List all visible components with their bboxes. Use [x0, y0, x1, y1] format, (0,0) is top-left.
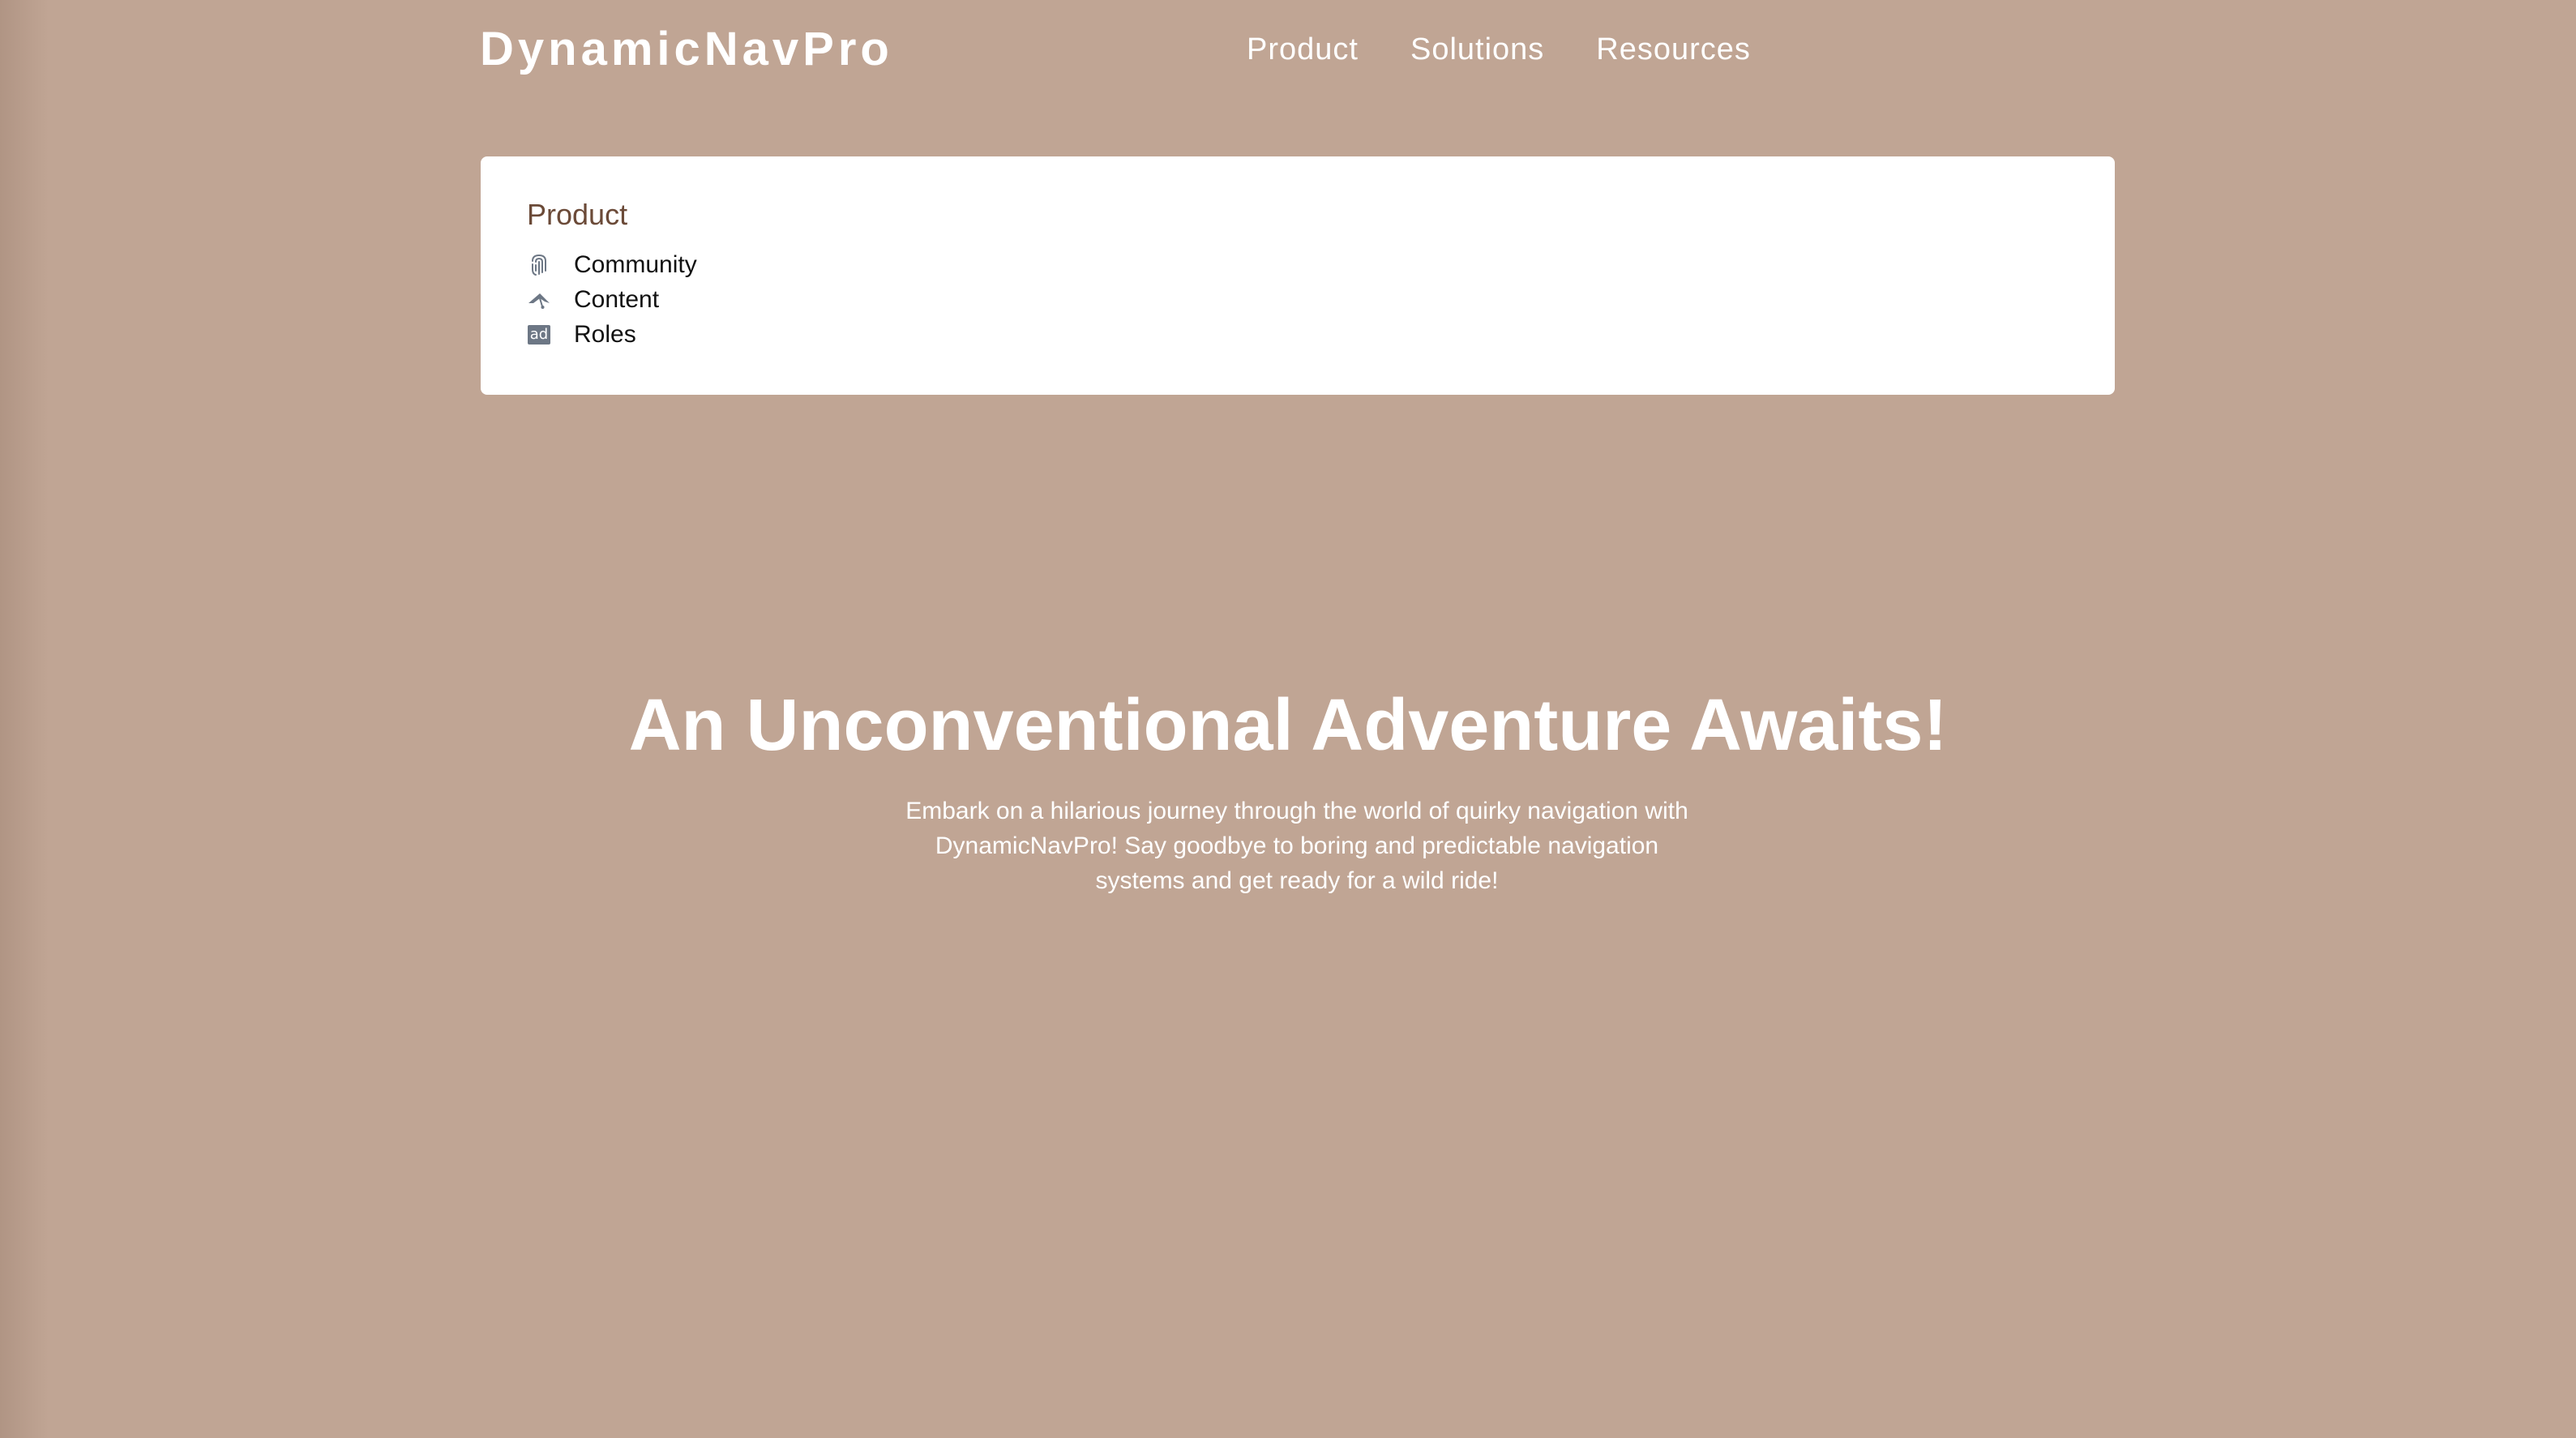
ad-icon: ad	[527, 323, 551, 347]
dropdown-heading: Product	[527, 198, 628, 231]
menu-item-roles[interactable]: ad Roles	[527, 317, 697, 352]
main-nav: Product Solutions Resources	[1247, 26, 1751, 73]
hero-title: An Unconventional Adventure Awaits!	[628, 685, 1948, 766]
nav-item-resources[interactable]: Resources	[1596, 26, 1751, 73]
top-header: DynamicNavPro Product Solutions Resource…	[480, 0, 2114, 105]
ad-icon-text: ad	[528, 324, 550, 345]
hero-subtitle: Embark on a hilarious journey through th…	[905, 798, 1688, 894]
nav-item-product[interactable]: Product	[1247, 26, 1359, 73]
menu-item-content[interactable]: Content	[527, 282, 697, 317]
dropdown-menu-list: Community Content ad Roles	[527, 247, 697, 352]
brand-logo[interactable]: DynamicNavPro	[480, 21, 893, 78]
hang-glider-icon	[527, 288, 551, 312]
menu-item-community[interactable]: Community	[527, 247, 697, 282]
menu-item-label: Content	[574, 286, 660, 313]
product-dropdown-panel: Product Community Content ad Roles	[481, 156, 2115, 395]
menu-item-label: Community	[574, 251, 697, 278]
menu-item-label: Roles	[574, 321, 636, 348]
nav-item-solutions[interactable]: Solutions	[1410, 26, 1544, 73]
fingerprint-icon	[527, 253, 551, 277]
